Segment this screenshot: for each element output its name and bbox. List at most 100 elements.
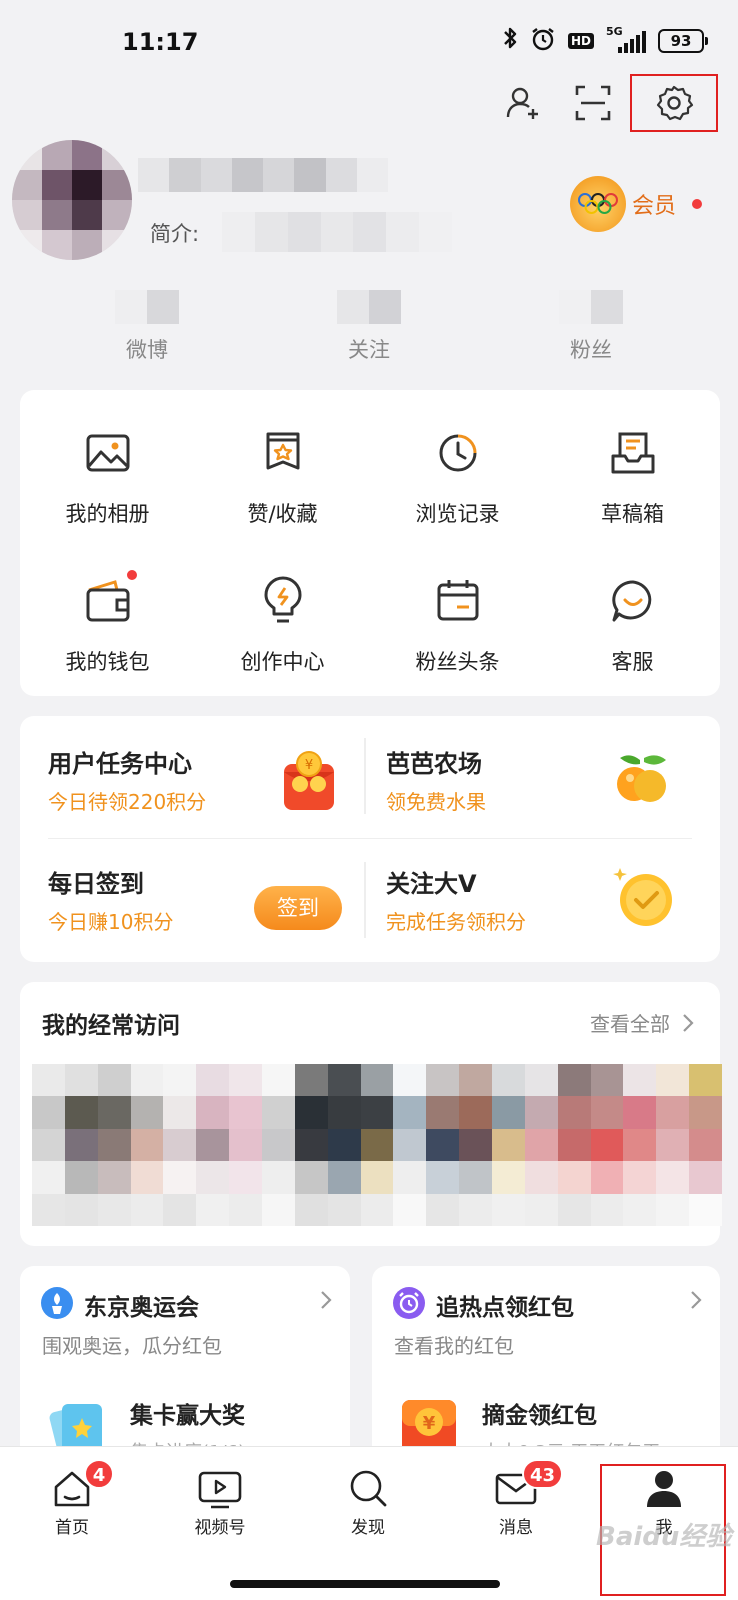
photo-album-icon — [81, 426, 135, 480]
status-time: 11:17 — [122, 28, 199, 56]
stat-following[interactable]: 关注 — [309, 290, 429, 364]
stat-count-blurred — [115, 290, 179, 324]
search-icon — [350, 1470, 387, 1507]
olympics-card[interactable]: 东京奥运会 围观奥运，瓜分红包 集卡赢大奖 集卡进度(1/6) — [20, 1266, 350, 1466]
torch-icon — [40, 1286, 74, 1324]
hd-badge: HD — [567, 33, 594, 49]
promo-item-title: 集卡赢大奖 — [130, 1403, 245, 1429]
stat-fans[interactable]: 粉丝 — [531, 290, 651, 364]
nav-video[interactable]: 视频号 — [170, 1467, 270, 1538]
checkin-button[interactable]: 签到 — [254, 886, 342, 930]
stat-label: 粉丝 — [570, 338, 612, 362]
scan-button[interactable] — [558, 78, 628, 128]
divider — [48, 838, 692, 839]
promo-title: 东京奥运会 — [84, 1295, 199, 1321]
view-all-link[interactable]: 查看全部 — [590, 1008, 694, 1037]
grid-item-fans-headline[interactable]: 粉丝头条 — [370, 574, 545, 676]
grid-label: 赞/收藏 — [247, 502, 318, 526]
notification-badge: 43 — [522, 1459, 564, 1489]
vip-notification-dot — [692, 199, 702, 209]
task-subtitle: 领免费水果 — [386, 790, 486, 814]
nav-discover[interactable]: 发现 — [318, 1467, 418, 1538]
grid-label: 草稿箱 — [601, 502, 664, 526]
add-user-icon — [506, 87, 538, 119]
customer-service-icon — [606, 574, 660, 628]
grid-label: 粉丝头条 — [415, 650, 500, 674]
task-center-entry[interactable]: 用户任务中心 今日待领220积分 ¥ — [20, 726, 358, 826]
home-indicator[interactable] — [230, 1580, 500, 1588]
add-friend-button[interactable] — [488, 78, 558, 128]
watermark: Baidu经验 — [596, 1522, 732, 1552]
status-bar: 11:17 HD 5G 93 — [0, 0, 738, 84]
grid-label: 创作中心 — [240, 650, 325, 674]
promo-item-title: 摘金领红包 — [482, 1403, 597, 1429]
stat-count-blurred — [337, 290, 401, 324]
scan-icon — [575, 85, 611, 121]
stat-label: 微博 — [126, 338, 168, 362]
olympic-rings-icon — [569, 176, 626, 232]
grid-item-customer-service[interactable]: 客服 — [545, 574, 720, 676]
intro-blurred — [222, 212, 452, 252]
notification-badge: 4 — [84, 1459, 114, 1489]
grid-item-drafts[interactable]: 草稿箱 — [545, 426, 720, 528]
stat-weibo[interactable]: 微博 — [87, 290, 207, 364]
grid-item-creator[interactable]: 创作中心 — [195, 574, 370, 676]
view-all-label: 查看全部 — [590, 1012, 670, 1036]
nav-label: 消息 — [499, 1518, 533, 1538]
wallet-notification-dot — [124, 568, 139, 582]
intro-label: 简介: — [150, 222, 200, 246]
fruit-icon — [610, 748, 674, 816]
bluetooth-icon — [502, 26, 518, 56]
task-subtitle: 今日待领220积分 — [48, 790, 207, 814]
task-title: 关注大V — [386, 870, 477, 898]
section-title: 我的经常访问 — [42, 1013, 180, 1039]
grid-label: 客服 — [611, 650, 654, 674]
battery-icon: 93 — [658, 29, 708, 53]
svg-text:¥: ¥ — [305, 758, 313, 773]
stat-count-blurred — [559, 290, 623, 324]
settings-button[interactable] — [630, 74, 718, 132]
chevron-right-icon — [691, 1291, 702, 1309]
frequent-visits-blurred[interactable] — [32, 1064, 722, 1226]
promo-subtitle: 围观奥运，瓜分红包 — [42, 1334, 222, 1358]
nav-label: 发现 — [351, 1518, 385, 1538]
video-icon — [198, 1471, 242, 1509]
frequent-visits-card: 我的经常访问 查看全部 — [20, 982, 722, 1246]
grid-label: 浏览记录 — [415, 502, 500, 526]
nav-label: 视频号 — [194, 1518, 246, 1538]
avatar[interactable] — [12, 140, 132, 260]
svg-text:¥: ¥ — [423, 1413, 436, 1434]
alarm-clock-icon — [392, 1286, 426, 1324]
chevron-right-icon — [683, 1013, 694, 1032]
nav-home[interactable]: 4 首页 — [22, 1459, 122, 1538]
nav-label: 首页 — [55, 1518, 89, 1538]
nickname-blurred — [138, 158, 388, 192]
chevron-right-icon — [321, 1291, 332, 1309]
follow-v-entry[interactable]: 关注大V 完成任务领积分 — [358, 846, 696, 946]
profile-stats: 微博 关注 粉丝 — [0, 290, 738, 364]
vip-label: 会员 — [631, 194, 676, 219]
nav-messages[interactable]: 43 消息 — [466, 1459, 566, 1538]
favorites-icon — [256, 426, 310, 480]
vip-entry[interactable]: 会员 — [569, 176, 702, 232]
history-icon — [431, 426, 485, 480]
checkin-entry[interactable]: 每日签到 今日赚10积分 签到 — [20, 846, 358, 946]
stat-label: 关注 — [348, 338, 390, 362]
coin-bag-icon: ¥ — [282, 750, 336, 816]
grid-item-favorites[interactable]: 赞/收藏 — [195, 426, 370, 528]
task-title: 每日签到 — [48, 870, 144, 898]
lightbulb-icon — [256, 574, 310, 628]
grid-item-wallet[interactable]: 我的钱包 — [20, 568, 195, 676]
feature-grid-card: 我的相册 赞/收藏 浏览记录 草稿箱 我的钱包 创作中心 粉丝头条 客服 — [20, 390, 720, 696]
drafts-icon — [606, 426, 660, 480]
gear-icon — [656, 85, 694, 121]
promo-title: 追热点领红包 — [436, 1295, 574, 1321]
grid-item-album[interactable]: 我的相册 — [20, 426, 195, 528]
grid-label: 我的相册 — [65, 502, 150, 526]
gold-check-icon — [610, 864, 676, 934]
hotspot-card[interactable]: 追热点领红包 查看我的红包 ¥ 摘金领红包 大大0.3元 天天红包天 — [372, 1266, 720, 1466]
grid-label: 我的钱包 — [65, 650, 150, 674]
grid-item-history[interactable]: 浏览记录 — [370, 426, 545, 528]
wallet-icon — [81, 568, 139, 628]
farm-entry[interactable]: 芭芭农场 领免费水果 — [358, 726, 696, 826]
